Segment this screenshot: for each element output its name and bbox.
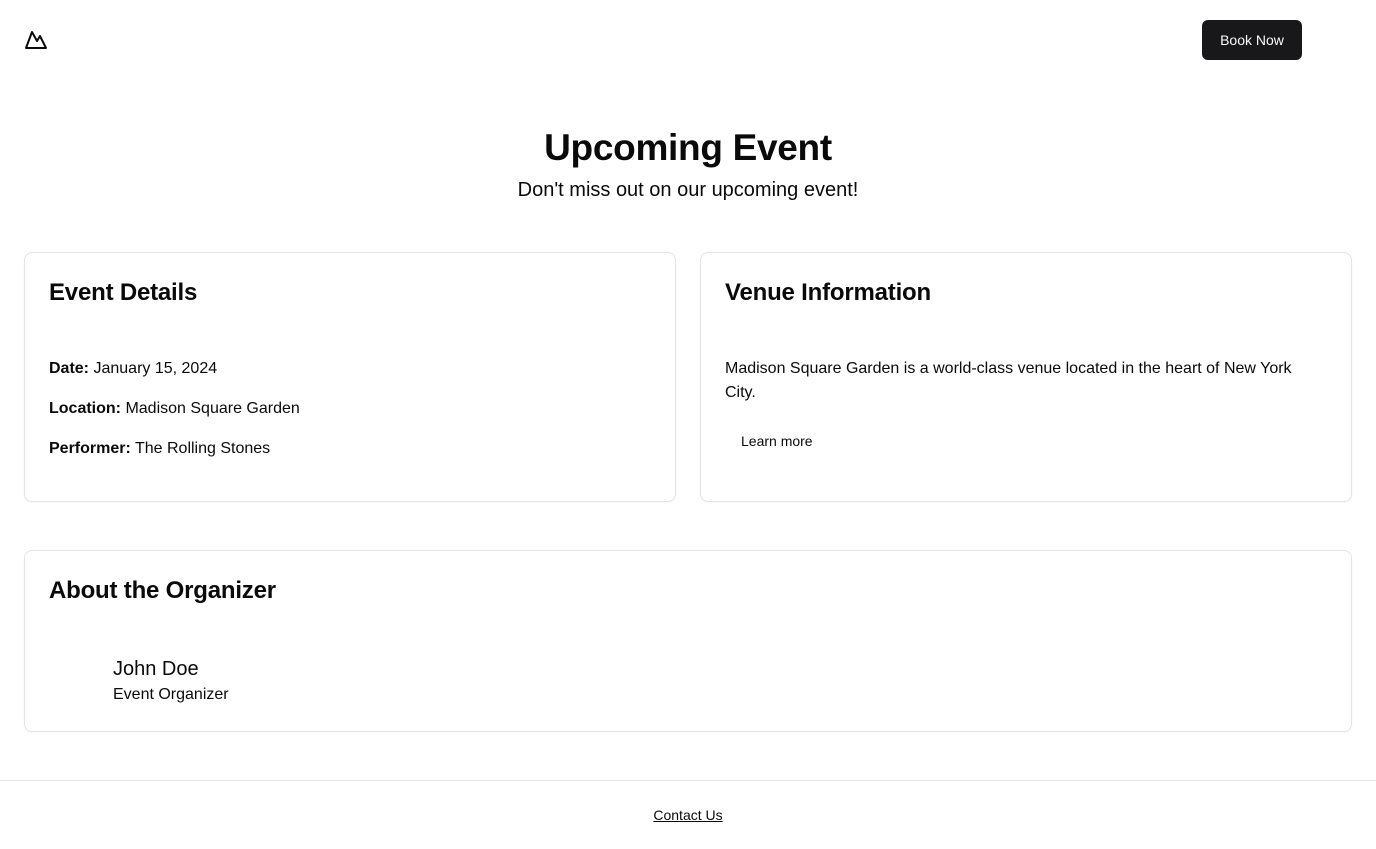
venue-information-card: Venue Information Madison Square Garden … <box>700 252 1352 502</box>
venue-information-title: Venue Information <box>725 279 931 306</box>
location-label: Location: <box>49 400 121 417</box>
book-now-button[interactable]: Book Now <box>1202 20 1302 60</box>
performer-label: Performer: <box>49 440 131 457</box>
location-value: Madison Square Garden <box>125 400 300 417</box>
learn-more-button[interactable]: Learn more <box>725 425 829 457</box>
date-value: January 15, 2024 <box>93 360 218 377</box>
date-row: Date: January 15, 2024 <box>49 357 217 381</box>
contact-us-link[interactable]: Contact Us <box>653 805 722 825</box>
site-footer: Contact Us <box>0 780 1376 849</box>
date-label: Date: <box>49 360 90 377</box>
location-row: Location: Madison Square Garden <box>49 397 300 421</box>
performer-value: The Rolling Stones <box>134 440 271 457</box>
page-subtitle: Don't miss out on our upcoming event! <box>517 179 859 201</box>
site-header: Book Now <box>0 0 1376 80</box>
venue-description: Madison Square Garden is a world-class v… <box>725 360 1292 401</box>
organizer-card: About the Organizer John Doe Event Organ… <box>24 550 1352 732</box>
organizer-name: John Doe <box>113 658 199 680</box>
page-title: Upcoming Event <box>544 127 832 168</box>
mountain-icon[interactable] <box>24 28 48 52</box>
organizer-role: Event Organizer <box>113 686 229 703</box>
event-details-title: Event Details <box>49 279 198 306</box>
event-details-card: Event Details Date: January 15, 2024 Loc… <box>24 252 676 502</box>
organizer-title: About the Organizer <box>49 577 276 604</box>
performer-row: Performer: The Rolling Stones <box>49 437 270 461</box>
hero-section: Upcoming Event Don't miss out on our upc… <box>0 120 1376 204</box>
